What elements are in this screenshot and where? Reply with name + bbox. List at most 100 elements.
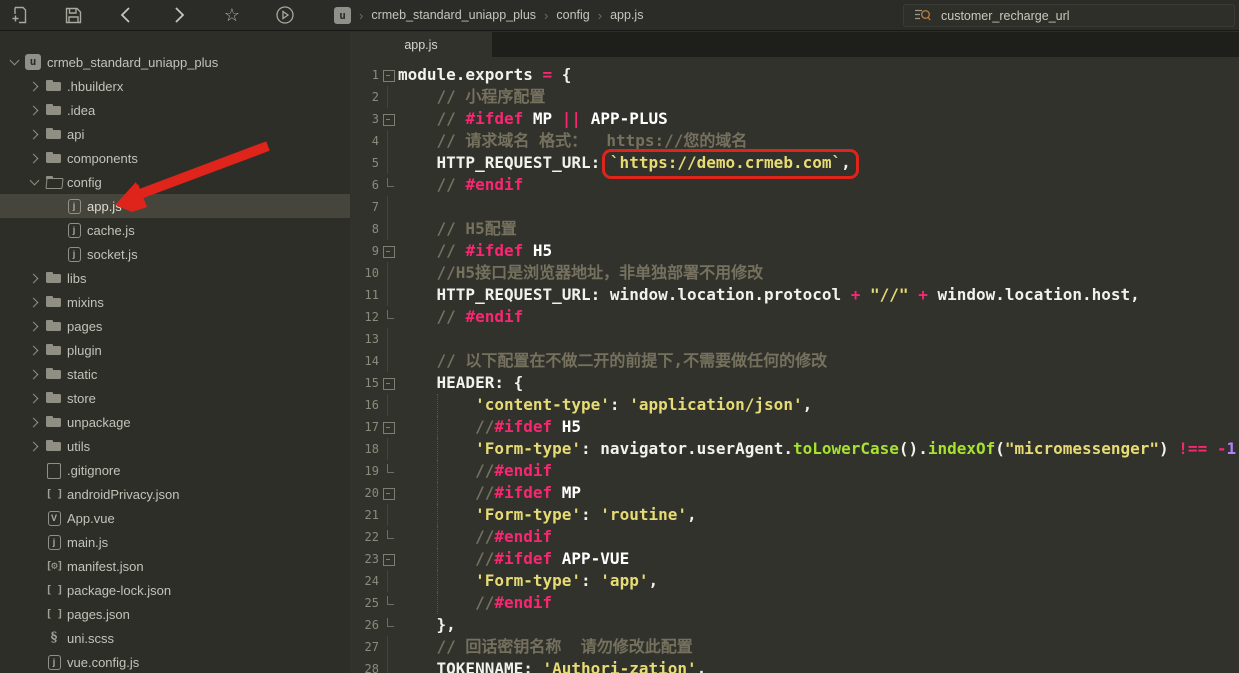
- line-number[interactable]: 27: [350, 636, 380, 658]
- chevron-right-icon[interactable]: [26, 74, 44, 98]
- tree-item-package-lock.json[interactable]: [ ]package-lock.json: [0, 578, 350, 602]
- tree-item-socket.js[interactable]: jsocket.js: [0, 242, 350, 266]
- code-line-8[interactable]: 8// H5配置: [350, 218, 1239, 240]
- chevron-right-icon[interactable]: [26, 434, 44, 458]
- tab-app-js[interactable]: app.js: [350, 32, 492, 57]
- tree-item-config[interactable]: config: [0, 170, 350, 194]
- line-number[interactable]: 15: [350, 372, 380, 394]
- code-line-2[interactable]: 2// 小程序配置: [350, 86, 1239, 108]
- breadcrumb-file[interactable]: app.js: [610, 8, 643, 22]
- code-editor[interactable]: 1module.exports = {2// 小程序配置3// #ifdef M…: [350, 57, 1239, 673]
- line-number[interactable]: 9: [350, 240, 380, 262]
- line-number[interactable]: 14: [350, 350, 380, 372]
- tree-item-uni.scss[interactable]: §uni.scss: [0, 626, 350, 650]
- code-line-23[interactable]: 23//#ifdef APP-VUE: [350, 548, 1239, 570]
- tree-item-cache.js[interactable]: jcache.js: [0, 218, 350, 242]
- code-line-28[interactable]: 28TOKENNAME: 'Authori-zation',: [350, 658, 1239, 673]
- code-line-20[interactable]: 20//#ifdef MP: [350, 482, 1239, 504]
- line-number[interactable]: 3: [350, 108, 380, 130]
- code-line-5[interactable]: 5HTTP_REQUEST_URL: `https://demo.crmeb.c…: [350, 152, 1239, 174]
- tree-item-.idea[interactable]: .idea: [0, 98, 350, 122]
- fold-end-icon[interactable]: [380, 460, 396, 482]
- chevron-right-icon[interactable]: [26, 266, 44, 290]
- line-number[interactable]: 11: [350, 284, 380, 306]
- forward-icon[interactable]: [167, 3, 191, 27]
- tree-item-App.vue[interactable]: VApp.vue: [0, 506, 350, 530]
- line-number[interactable]: 20: [350, 482, 380, 504]
- star-icon[interactable]: ☆: [220, 3, 244, 27]
- code-line-13[interactable]: 13: [350, 328, 1239, 350]
- tree-item-androidPrivacy.json[interactable]: [ ]androidPrivacy.json: [0, 482, 350, 506]
- tree-item-libs[interactable]: libs: [0, 266, 350, 290]
- tree-item-.gitignore[interactable]: .gitignore: [0, 458, 350, 482]
- code-line-21[interactable]: 21'Form-type': 'routine',: [350, 504, 1239, 526]
- code-line-25[interactable]: 25//#endif: [350, 592, 1239, 614]
- code-line-12[interactable]: 12// #endif: [350, 306, 1239, 328]
- code-line-17[interactable]: 17//#ifdef H5: [350, 416, 1239, 438]
- line-number[interactable]: 4: [350, 130, 380, 152]
- tree-item-mixins[interactable]: mixins: [0, 290, 350, 314]
- save-icon[interactable]: [61, 3, 85, 27]
- code-line-27[interactable]: 27// 回话密钥名称 请勿修改此配置: [350, 636, 1239, 658]
- chevron-right-icon[interactable]: [26, 410, 44, 434]
- line-number[interactable]: 21: [350, 504, 380, 526]
- tree-item-main.js[interactable]: jmain.js: [0, 530, 350, 554]
- new-file-icon[interactable]: [8, 3, 32, 27]
- tree-item-pages[interactable]: pages: [0, 314, 350, 338]
- code-line-15[interactable]: 15HEADER: {: [350, 372, 1239, 394]
- fold-start-icon[interactable]: [380, 108, 396, 130]
- tree-item-components[interactable]: components: [0, 146, 350, 170]
- line-number[interactable]: 18: [350, 438, 380, 460]
- breadcrumb-project[interactable]: crmeb_standard_uniapp_plus: [371, 8, 536, 22]
- fold-end-icon[interactable]: [380, 306, 396, 328]
- fold-start-icon[interactable]: [380, 416, 396, 438]
- line-number[interactable]: 16: [350, 394, 380, 416]
- code-line-14[interactable]: 14// 以下配置在不做二开的前提下,不需要做任何的修改: [350, 350, 1239, 372]
- line-number[interactable]: 6: [350, 174, 380, 196]
- tree-item-utils[interactable]: utils: [0, 434, 350, 458]
- fold-start-icon[interactable]: [380, 482, 396, 504]
- code-line-3[interactable]: 3// #ifdef MP || APP-PLUS: [350, 108, 1239, 130]
- chevron-right-icon[interactable]: [26, 146, 44, 170]
- chevron-down-icon[interactable]: [6, 50, 24, 74]
- tree-item-vue.config.js[interactable]: jvue.config.js: [0, 650, 350, 673]
- tree-item-app.js[interactable]: japp.js: [0, 194, 350, 218]
- line-number[interactable]: 23: [350, 548, 380, 570]
- tree-item-crmeb_standard_uniapp_plus[interactable]: crmeb_standard_uniapp_plus: [0, 50, 350, 74]
- code-line-9[interactable]: 9// #ifdef H5: [350, 240, 1239, 262]
- code-line-19[interactable]: 19//#endif: [350, 460, 1239, 482]
- tree-item-.hbuilderx[interactable]: .hbuilderx: [0, 74, 350, 98]
- line-number[interactable]: 8: [350, 218, 380, 240]
- run-icon[interactable]: [273, 3, 297, 27]
- fold-end-icon[interactable]: [380, 526, 396, 548]
- fold-end-icon[interactable]: [380, 592, 396, 614]
- code-line-10[interactable]: 10//H5接口是浏览器地址，非单独部署不用修改: [350, 262, 1239, 284]
- chevron-right-icon[interactable]: [26, 290, 44, 314]
- line-number[interactable]: 28: [350, 658, 380, 673]
- chevron-down-icon[interactable]: [26, 170, 44, 194]
- tree-item-manifest.json[interactable]: [⚙]manifest.json: [0, 554, 350, 578]
- tree-item-plugin[interactable]: plugin: [0, 338, 350, 362]
- fold-start-icon[interactable]: [380, 372, 396, 394]
- code-line-11[interactable]: 11HTTP_REQUEST_URL: window.location.prot…: [350, 284, 1239, 306]
- tree-item-api[interactable]: api: [0, 122, 350, 146]
- chevron-right-icon[interactable]: [26, 122, 44, 146]
- line-number[interactable]: 19: [350, 460, 380, 482]
- line-number[interactable]: 7: [350, 196, 380, 218]
- fold-start-icon[interactable]: [380, 64, 396, 86]
- line-number[interactable]: 25: [350, 592, 380, 614]
- back-icon[interactable]: [114, 3, 138, 27]
- breadcrumb-folder[interactable]: config: [556, 8, 589, 22]
- code-line-4[interactable]: 4// 请求域名 格式： https://您的域名: [350, 130, 1239, 152]
- tree-item-store[interactable]: store: [0, 386, 350, 410]
- code-line-24[interactable]: 24'Form-type': 'app',: [350, 570, 1239, 592]
- fold-start-icon[interactable]: [380, 548, 396, 570]
- fold-end-icon[interactable]: [380, 614, 396, 636]
- fold-start-icon[interactable]: [380, 240, 396, 262]
- tree-item-static[interactable]: static: [0, 362, 350, 386]
- code-line-7[interactable]: 7: [350, 196, 1239, 218]
- code-line-6[interactable]: 6// #endif: [350, 174, 1239, 196]
- line-number[interactable]: 2: [350, 86, 380, 108]
- line-number[interactable]: 1: [350, 64, 380, 86]
- code-line-26[interactable]: 26},: [350, 614, 1239, 636]
